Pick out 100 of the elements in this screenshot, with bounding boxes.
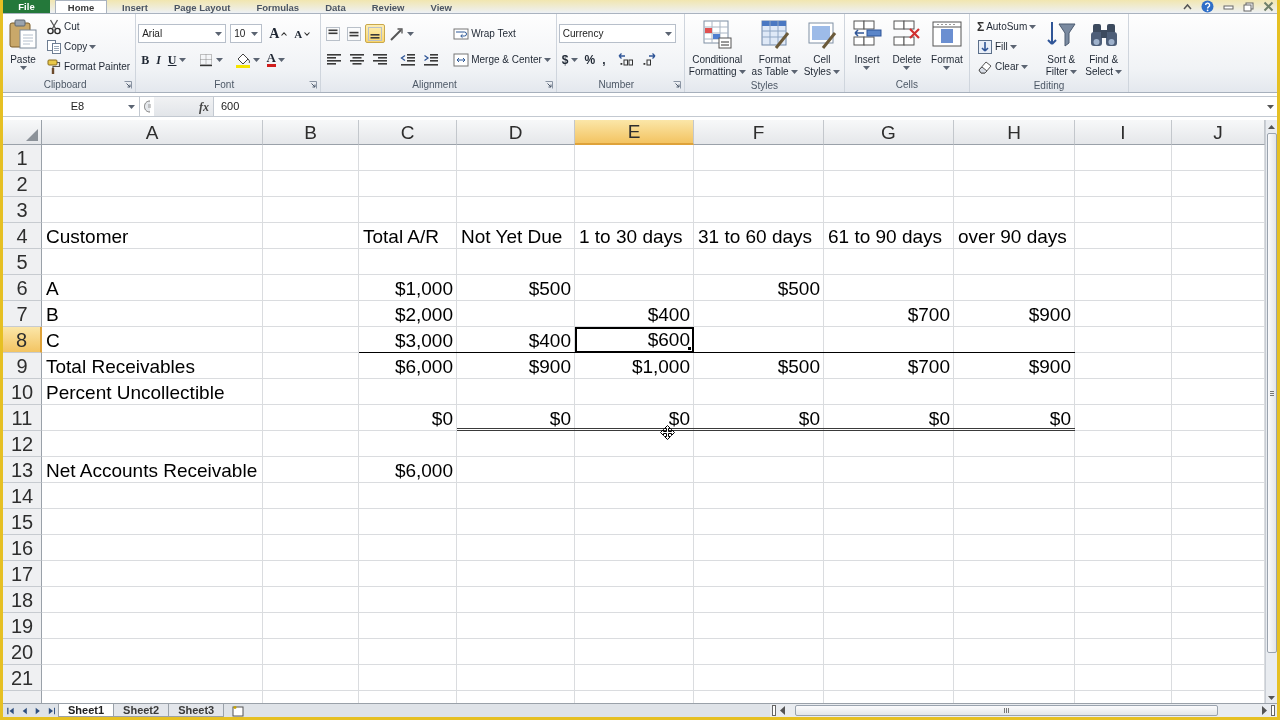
sort-filter-button[interactable]: Sort & Filter xyxy=(1043,14,1080,79)
formula-field[interactable]: 600 xyxy=(214,97,1266,116)
format-button[interactable]: Format xyxy=(928,14,965,71)
scroll-up-icon[interactable] xyxy=(1267,123,1276,130)
cell-value[interactable]: $900 xyxy=(954,301,1075,327)
horizontal-scrollbar[interactable] xyxy=(770,704,1277,717)
ribbon-tab[interactable]: Formulas xyxy=(243,0,313,13)
cut-button[interactable]: Cut xyxy=(43,17,83,37)
row-header[interactable]: 12 xyxy=(3,431,42,457)
find-select-button[interactable]: Find & Select xyxy=(1083,14,1125,79)
insert-button[interactable]: Insert xyxy=(848,14,885,71)
wrap-text-button[interactable]: Wrap Text xyxy=(450,24,519,43)
scrollbar-thumb[interactable] xyxy=(1266,133,1277,653)
cell-text[interactable]: over 90 days xyxy=(954,223,1075,249)
format-as-table-button[interactable]: Format as Table xyxy=(749,14,800,79)
collapse-ribbon-icon[interactable] xyxy=(1183,2,1192,11)
restore-icon[interactable] xyxy=(1243,1,1254,12)
fill-button[interactable]: Fill xyxy=(973,37,1020,57)
delete-button[interactable]: Delete xyxy=(888,14,925,71)
split-handle-icon[interactable] xyxy=(1271,705,1275,716)
percent-button[interactable]: % xyxy=(581,50,599,69)
shrink-font-button[interactable]: A xyxy=(291,24,314,43)
row-header[interactable]: 15 xyxy=(3,509,42,535)
dialog-launcher-icon[interactable] xyxy=(544,80,553,89)
currency-button[interactable]: $ xyxy=(558,50,581,69)
column-header[interactable]: C xyxy=(359,120,457,145)
dialog-launcher-icon[interactable] xyxy=(309,80,318,89)
column-header[interactable]: B xyxy=(263,120,359,145)
cell-value[interactable]: $700 xyxy=(824,301,954,327)
comma-button[interactable]: , xyxy=(599,50,609,69)
cell-text[interactable]: Total A/R xyxy=(359,223,457,249)
autosum-button[interactable]: Σ AutoSum xyxy=(973,17,1040,37)
row-header[interactable]: 9 xyxy=(3,353,42,379)
cell-value[interactable]: $1,000 xyxy=(359,275,457,301)
minimize-icon[interactable] xyxy=(1223,2,1234,11)
row-header[interactable]: 13 xyxy=(3,457,42,483)
fill-handle[interactable] xyxy=(687,346,692,351)
dialog-launcher-icon[interactable] xyxy=(124,80,133,89)
column-header[interactable]: J xyxy=(1172,120,1265,145)
help-icon[interactable] xyxy=(1201,0,1214,13)
row-header[interactable]: 3 xyxy=(3,197,42,223)
column-header[interactable]: G xyxy=(824,120,954,145)
column-header[interactable]: E xyxy=(575,120,694,145)
cell-text[interactable]: Percent Uncollectible xyxy=(42,379,263,405)
vertical-scrollbar[interactable] xyxy=(1265,120,1277,703)
cell-text[interactable]: B xyxy=(42,301,263,327)
cell-text[interactable]: Net Accounts Receivable xyxy=(42,457,263,483)
font-size-dropdown[interactable]: 10 xyxy=(230,24,263,43)
grow-font-button[interactable]: A xyxy=(266,24,291,43)
cell-text[interactable]: Not Yet Due xyxy=(457,223,575,249)
italic-button[interactable]: I xyxy=(153,50,164,69)
row-header[interactable]: 19 xyxy=(3,613,42,639)
conditional-formatting-button[interactable]: Conditional Formatting xyxy=(686,14,748,79)
ribbon-tab[interactable]: Insert xyxy=(109,0,161,13)
ribbon-tab[interactable]: File xyxy=(3,0,50,13)
cell-text[interactable]: 31 to 60 days xyxy=(694,223,824,249)
new-sheet-icon[interactable] xyxy=(232,704,245,717)
scroll-down-icon[interactable] xyxy=(1267,695,1276,701)
clear-button[interactable]: Clear xyxy=(973,57,1031,77)
scrollbar-thumb[interactable] xyxy=(795,705,1218,716)
sheet-tab[interactable]: Sheet1 xyxy=(58,704,115,717)
last-arrow-icon[interactable] xyxy=(47,705,55,716)
format-painter-button[interactable]: Format Painter xyxy=(43,57,134,77)
cell-text[interactable]: C xyxy=(42,327,263,353)
cell-value[interactable]: $2,000 xyxy=(359,301,457,327)
cell-value[interactable]: $500 xyxy=(694,275,824,301)
align-bottom-button[interactable] xyxy=(365,24,386,43)
cell-value[interactable]: $900 xyxy=(954,353,1075,379)
cell-text[interactable]: 1 to 30 days xyxy=(575,223,694,249)
close-icon[interactable] xyxy=(1263,1,1274,12)
expand-icon[interactable] xyxy=(1266,103,1275,110)
row-header[interactable]: 18 xyxy=(3,587,42,613)
cell-text[interactable]: Total Receivables xyxy=(42,353,263,379)
cell-value[interactable]: $500 xyxy=(694,353,824,379)
split-handle-icon[interactable] xyxy=(772,705,776,716)
ribbon-tab[interactable]: Page Layout xyxy=(160,0,244,13)
row-header[interactable]: 16 xyxy=(3,535,42,561)
column-header[interactable]: A xyxy=(42,120,263,145)
row-header[interactable]: 2 xyxy=(3,171,42,197)
sheet-tab[interactable]: Sheet2 xyxy=(113,704,170,717)
bold-button[interactable]: B xyxy=(138,50,153,69)
previous-arrow-icon[interactable] xyxy=(20,705,28,716)
row-header[interactable]: 21 xyxy=(3,665,42,691)
cell-value[interactable]: $400 xyxy=(575,301,694,327)
cell-value[interactable]: $3,000 xyxy=(359,327,457,353)
ribbon-tab[interactable]: Review xyxy=(358,0,418,13)
column-header[interactable]: H xyxy=(954,120,1075,145)
cell-value[interactable]: $600 xyxy=(575,327,694,353)
number-format-dropdown[interactable]: Currency xyxy=(558,24,676,43)
cell-value[interactable]: $6,000 xyxy=(359,353,457,379)
scroll-left-icon[interactable] xyxy=(779,705,786,716)
first-arrow-icon[interactable] xyxy=(7,705,15,716)
column-header[interactable]: I xyxy=(1075,120,1172,145)
row-header[interactable]: 4 xyxy=(3,223,42,249)
font-name-dropdown[interactable]: Arial xyxy=(138,24,227,43)
sheet-tab[interactable]: Sheet3 xyxy=(168,704,225,717)
copy-button[interactable]: Copy xyxy=(43,37,100,57)
column-header[interactable]: F xyxy=(694,120,824,145)
dialog-launcher-icon[interactable] xyxy=(672,80,681,89)
next-arrow-icon[interactable] xyxy=(34,705,42,716)
